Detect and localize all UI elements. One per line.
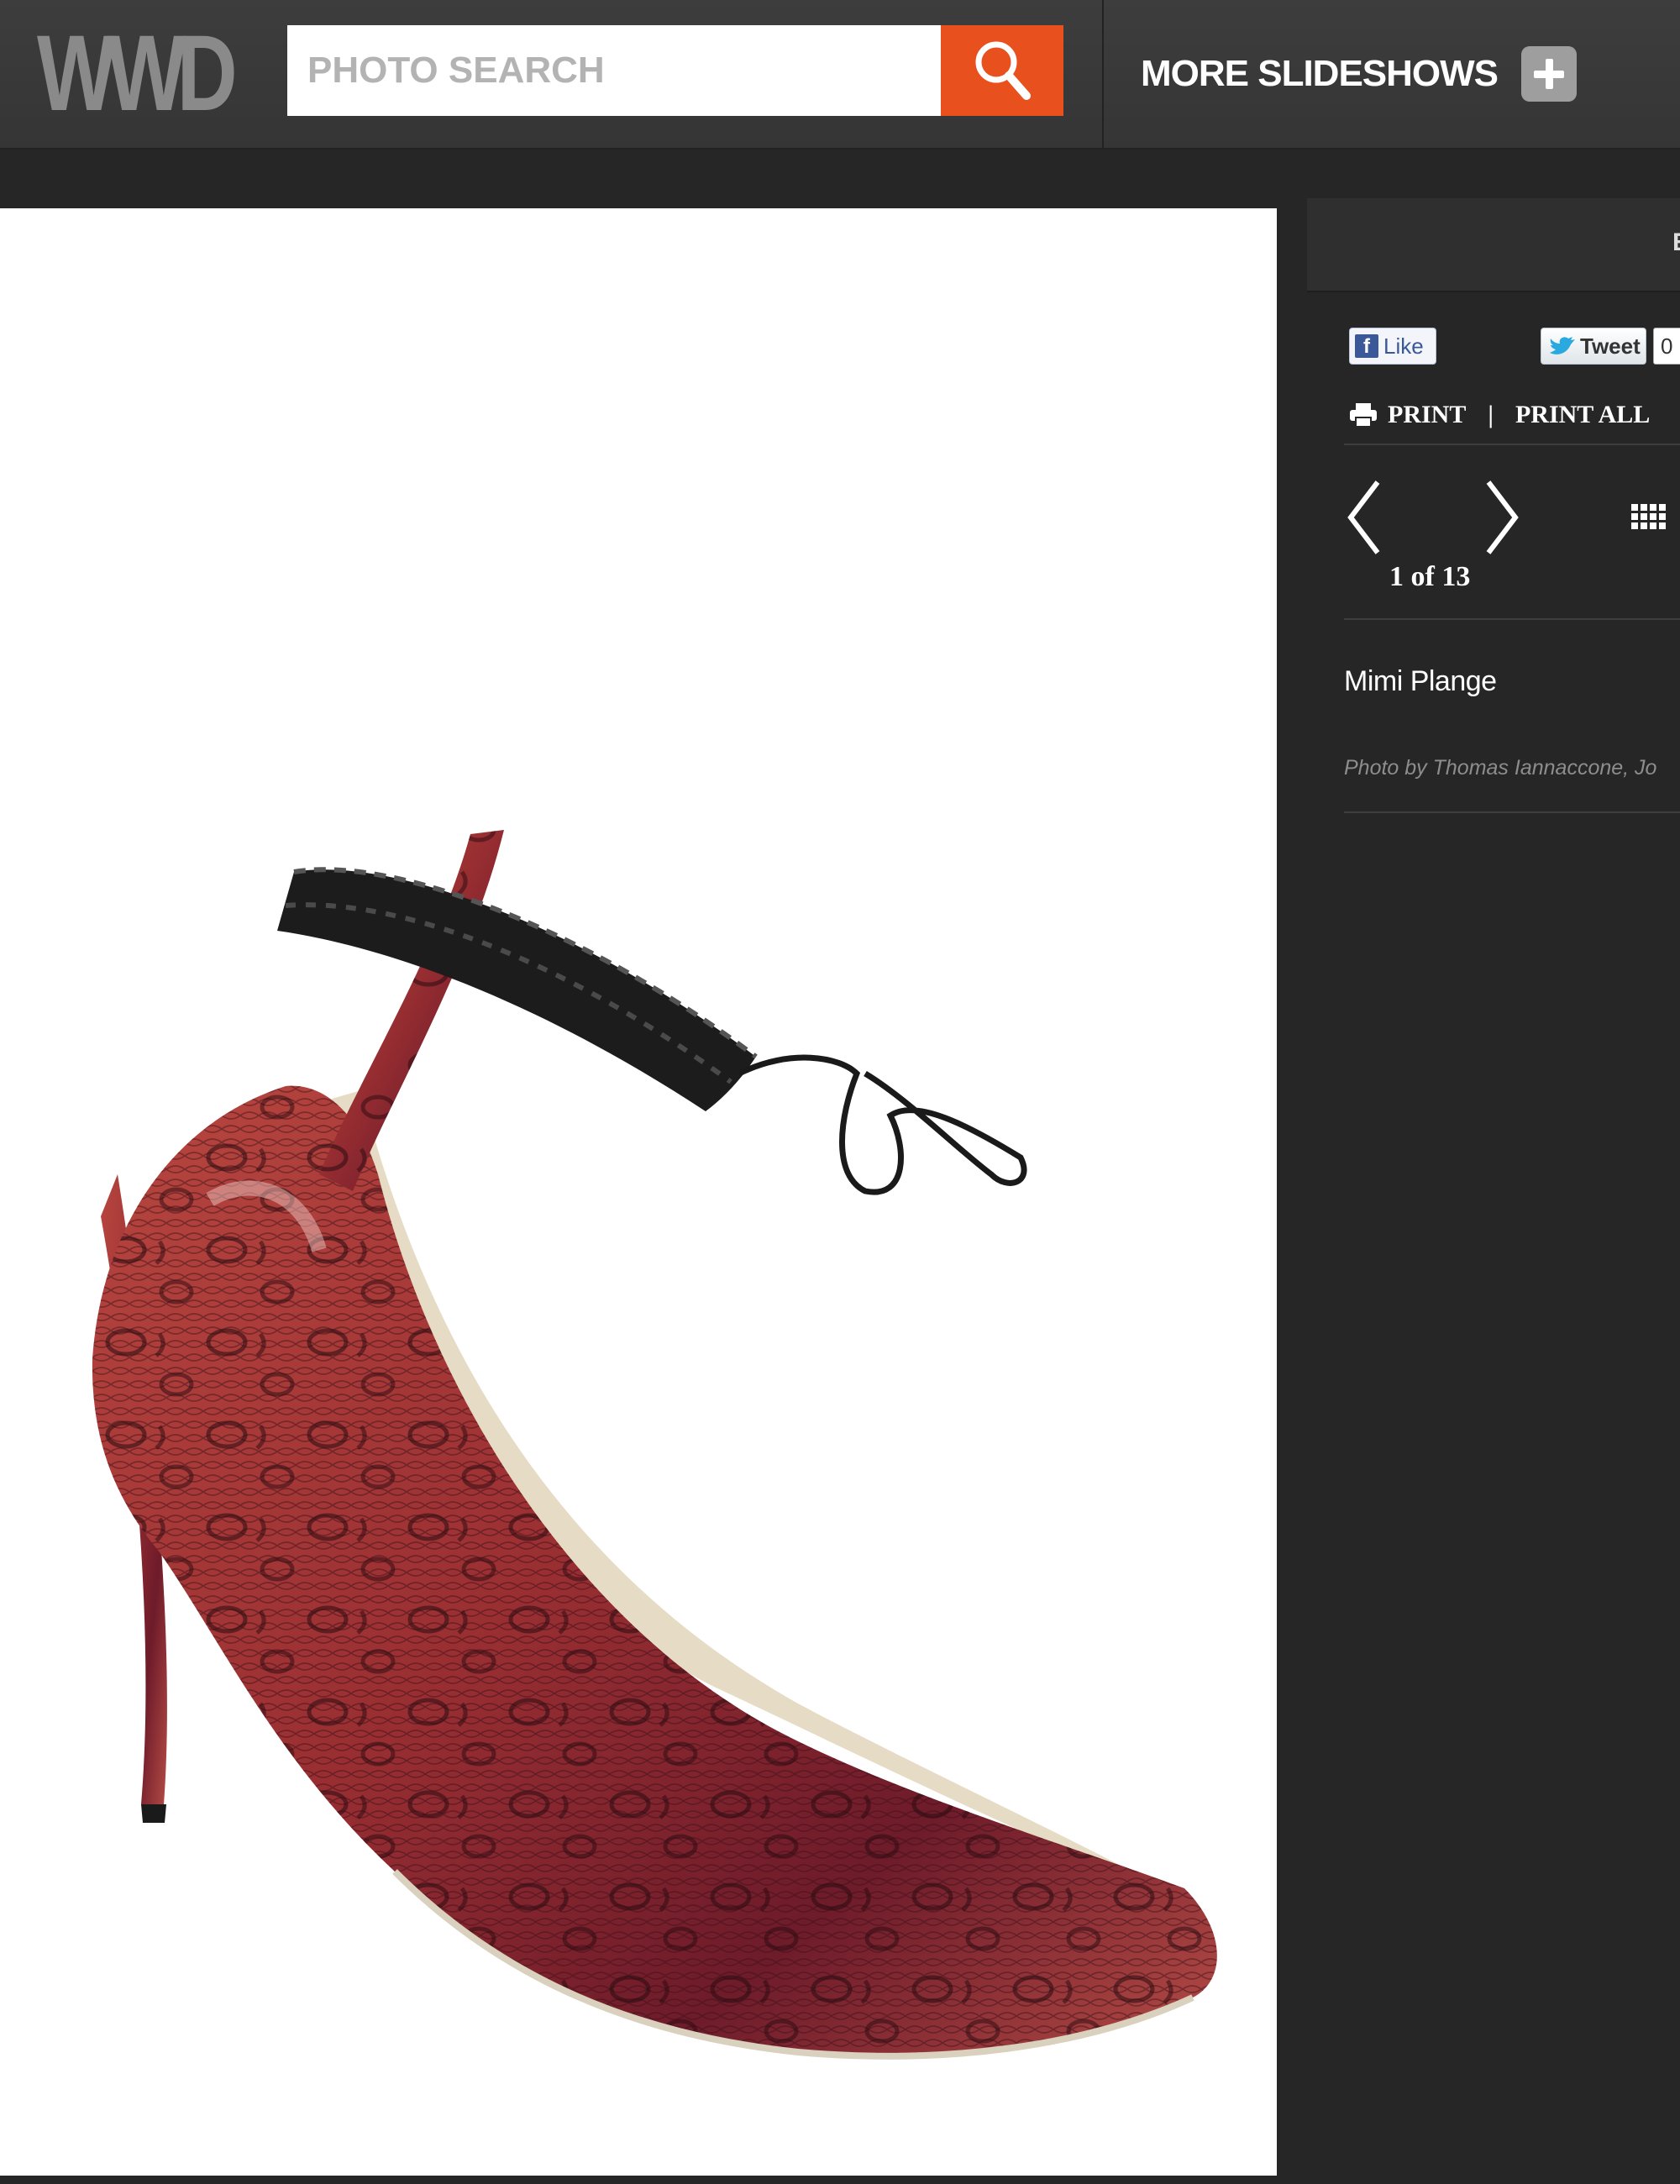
shoe-photo <box>92 830 1217 2060</box>
plus-icon <box>1521 46 1578 102</box>
slide-counter: 1 of 13 <box>1389 561 1471 592</box>
tweet-button[interactable]: Tweet <box>1541 328 1646 365</box>
print-separator: | <box>1488 401 1494 428</box>
print-link[interactable]: PRINT <box>1388 401 1466 429</box>
wwd-logo[interactable]: WWD <box>37 15 238 133</box>
photo-credit: Photo by Thomas Iannaccone, Jo <box>1344 756 1657 780</box>
chevron-left-icon[interactable] <box>1344 475 1386 559</box>
photo-search-input[interactable] <box>287 25 941 116</box>
facebook-icon: f <box>1355 334 1378 358</box>
divider <box>1344 444 1680 445</box>
slideshow-photo[interactable] <box>0 208 1277 2176</box>
search-icon <box>975 41 1031 100</box>
header-divider <box>1102 0 1104 148</box>
tweet-count: 0 <box>1653 328 1680 365</box>
search-button[interactable] <box>941 25 1063 116</box>
print-row: PRINT | PRINT ALL <box>1349 398 1650 432</box>
more-slideshows-label: MORE SLIDESHOWS <box>1141 53 1499 94</box>
more-slideshows-button[interactable]: MORE SLIDESHOWS <box>1141 40 1578 108</box>
chevron-right-icon[interactable] <box>1480 475 1522 559</box>
twitter-bird-icon <box>1550 337 1575 354</box>
divider <box>1344 811 1680 813</box>
sidebar-tab[interactable]: E <box>1307 198 1680 292</box>
grid-icon[interactable] <box>1631 504 1670 534</box>
print-all-link[interactable]: PRINT ALL <box>1515 401 1650 429</box>
printer-icon <box>1350 403 1377 428</box>
like-label: Like <box>1383 333 1424 359</box>
slide-title: Mimi Plange <box>1344 665 1497 697</box>
tweet-label: Tweet <box>1580 333 1641 359</box>
sidebar-tab-label: E <box>1672 228 1680 257</box>
divider <box>1344 618 1680 620</box>
top-bar: WWD MORE SLIDESHOWS <box>0 0 1680 150</box>
facebook-like-button[interactable]: f Like <box>1349 328 1436 365</box>
